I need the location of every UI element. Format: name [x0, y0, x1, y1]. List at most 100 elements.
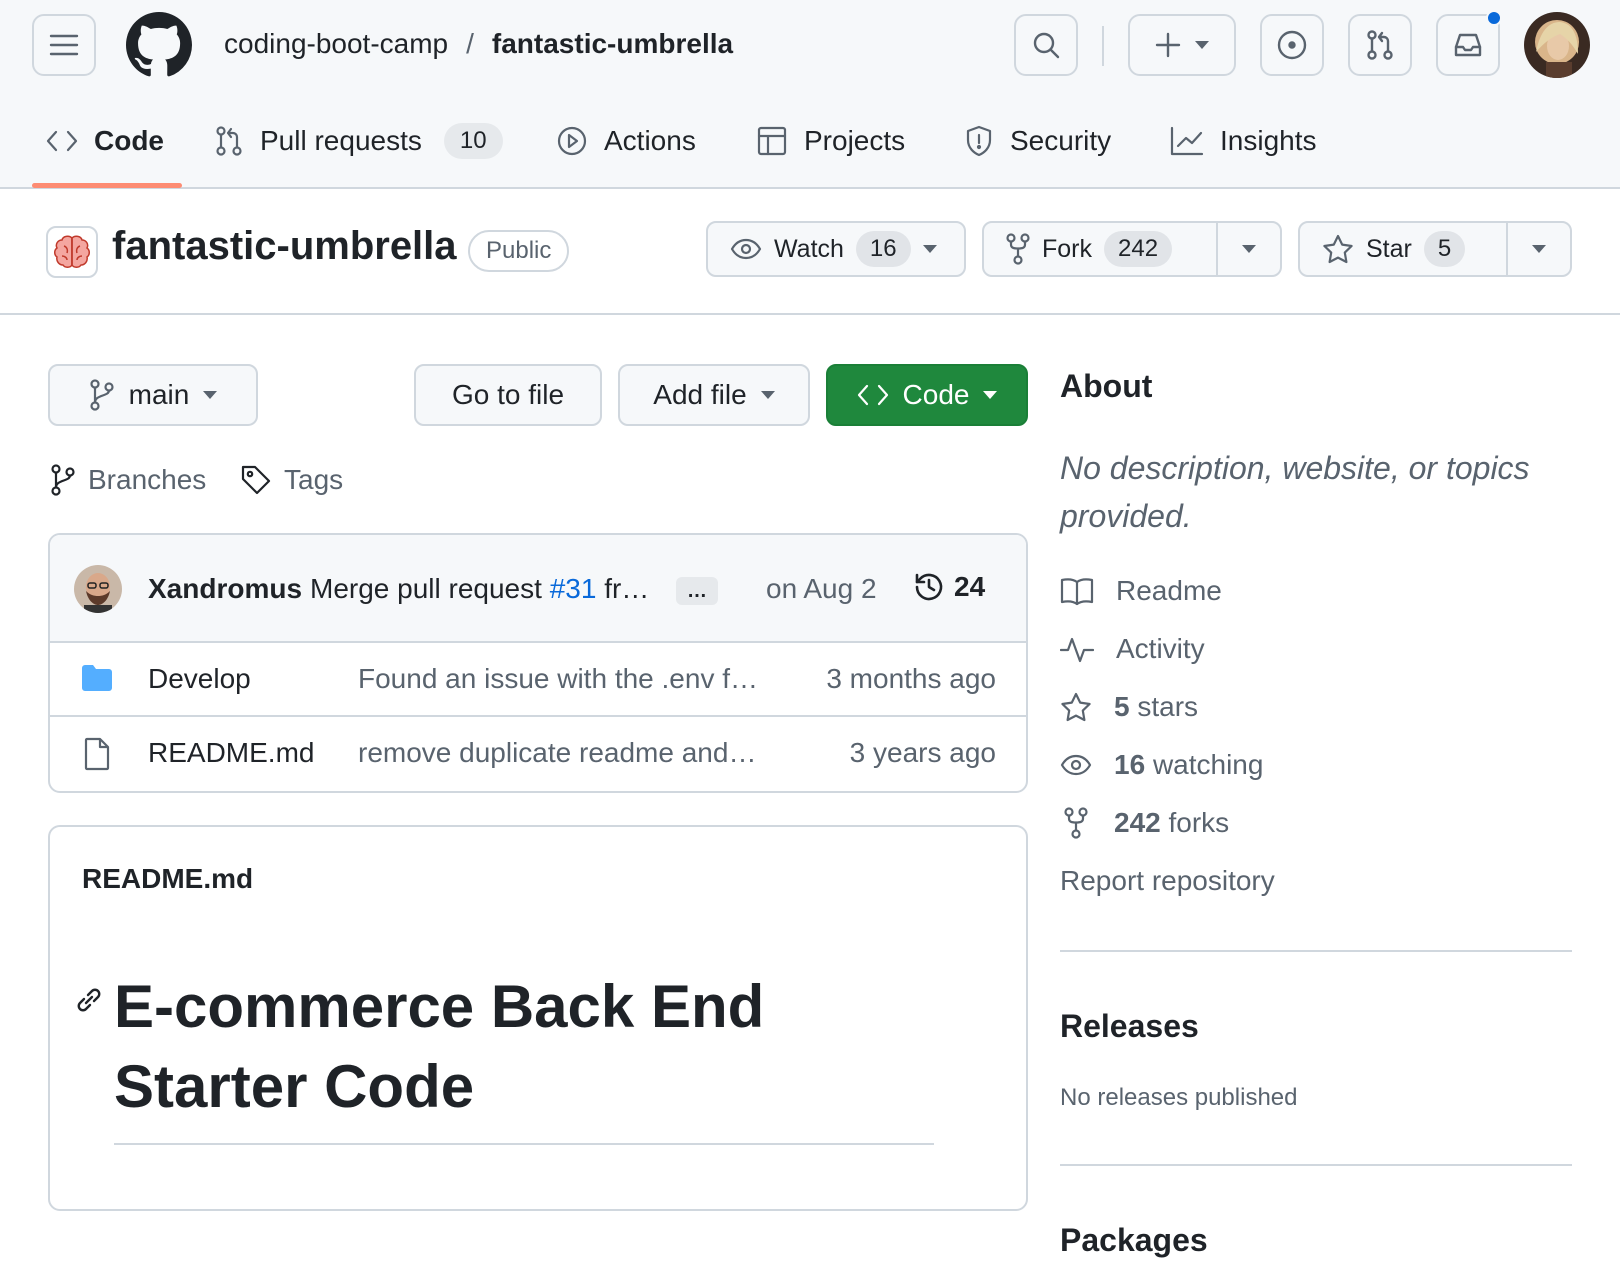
readme-link[interactable]: Readme — [1060, 571, 1222, 611]
watching-label: watching — [1152, 749, 1264, 780]
branches-label: Branches — [88, 464, 207, 495]
stars-link[interactable]: 5 stars — [1060, 687, 1198, 727]
star-dropdown[interactable] — [1506, 223, 1570, 275]
shield-icon — [966, 125, 992, 157]
fork-icon — [1064, 807, 1088, 839]
releases-heading[interactable]: Releases — [1060, 1008, 1199, 1045]
link-icon[interactable] — [74, 985, 104, 1015]
packages-heading[interactable]: Packages — [1060, 1222, 1208, 1259]
commit-author[interactable]: Xandromus — [148, 573, 302, 605]
tag-icon — [241, 465, 271, 495]
heading-rule — [114, 1143, 934, 1145]
releases-empty-text: No releases published — [1060, 1084, 1298, 1111]
pull-requests-button[interactable] — [1348, 14, 1412, 76]
menu-button[interactable] — [32, 14, 96, 76]
divider — [1060, 950, 1572, 952]
commit-history-link[interactable]: 24 — [912, 567, 985, 607]
folder-icon — [80, 663, 114, 693]
issue-icon — [1277, 30, 1307, 60]
pull-request-link[interactable]: #31 — [550, 573, 597, 604]
chevron-down-icon — [1242, 245, 1256, 253]
breadcrumb-owner[interactable]: coding-boot-camp — [224, 28, 448, 60]
star-button[interactable]: Star 5 — [1298, 221, 1572, 277]
readme-heading: E-commerce Back End Starter Code — [114, 973, 765, 1120]
inbox-icon — [1454, 33, 1482, 57]
commit-message[interactable]: Merge pull request #31 fr… — [310, 573, 649, 605]
fork-button[interactable]: Fork 242 — [982, 221, 1282, 277]
stars-label: stars — [1137, 691, 1199, 722]
readme-label: Readme — [1116, 575, 1222, 606]
tab-pull-requests[interactable]: Pull requests 10 — [214, 116, 503, 166]
activity-link[interactable]: Activity — [1060, 629, 1205, 669]
tags-link[interactable]: Tags — [240, 462, 343, 498]
expand-commit-button[interactable]: … — [676, 577, 718, 605]
latest-commit-row: Xandromus Merge pull request #31 fr… … o… — [50, 535, 1026, 643]
active-tab-indicator — [32, 183, 182, 188]
breadcrumb: coding-boot-camp / fantastic-umbrella — [224, 24, 733, 64]
file-icon — [80, 737, 114, 771]
breadcrumb-repo[interactable]: fantastic-umbrella — [492, 28, 733, 60]
tab-code[interactable]: Code — [46, 116, 164, 166]
visibility-badge: Public — [468, 230, 570, 272]
commit-message-prefix: Merge pull request — [310, 573, 542, 604]
search-button[interactable] — [1014, 14, 1078, 76]
repo-title[interactable]: fantastic-umbrella — [112, 224, 457, 269]
watching-link[interactable]: 16 watching — [1060, 745, 1263, 785]
fork-dropdown[interactable] — [1216, 223, 1280, 275]
watch-count: 16 — [855, 231, 911, 267]
branch-selector[interactable]: main — [48, 364, 258, 426]
forks-link[interactable]: 242 forks — [1060, 803, 1229, 843]
report-repository-link[interactable]: Report repository — [1060, 861, 1275, 901]
tab-actions[interactable]: Actions — [556, 116, 696, 166]
branch-icon — [90, 379, 114, 411]
chevron-down-icon — [1195, 41, 1209, 49]
code-button[interactable]: Code — [826, 364, 1028, 426]
repo-owner-avatar[interactable] — [46, 226, 98, 278]
eye-icon — [730, 238, 762, 260]
fork-label: Fork — [1042, 234, 1092, 263]
play-icon — [557, 126, 587, 156]
tab-insights[interactable]: Insights — [1170, 116, 1317, 166]
tab-security[interactable]: Security — [964, 116, 1111, 166]
about-description: No description, website, or topics provi… — [1060, 450, 1530, 534]
chevron-down-icon — [1532, 245, 1546, 253]
fork-count: 242 — [1104, 231, 1173, 267]
divider — [1060, 1164, 1572, 1166]
table-row[interactable]: README.md remove duplicate readme and… 3… — [50, 717, 1026, 791]
pull-requests-counter: 10 — [443, 123, 503, 159]
committer-avatar[interactable] — [74, 565, 122, 613]
user-avatar[interactable] — [1524, 12, 1590, 78]
tab-label: Pull requests — [260, 125, 422, 156]
chevron-down-icon — [922, 245, 937, 253]
create-new-button[interactable] — [1128, 14, 1236, 76]
file-commit-message[interactable]: remove duplicate readme and… — [358, 737, 756, 769]
branches-link[interactable]: Branches — [50, 462, 206, 498]
go-to-file-button[interactable]: Go to file — [414, 364, 602, 426]
file-commit-message[interactable]: Found an issue with the .env f… — [358, 663, 758, 695]
graph-icon — [1170, 126, 1204, 156]
file-name[interactable]: Develop — [148, 663, 251, 695]
pull-request-icon — [216, 126, 242, 156]
fork-icon — [1006, 233, 1030, 265]
file-age: 3 years ago — [849, 737, 996, 768]
star-count: 5 — [1423, 231, 1466, 267]
notification-dot — [1486, 10, 1502, 26]
pull-request-icon — [1367, 30, 1393, 60]
eye-icon — [1060, 754, 1092, 776]
table-row[interactable]: Develop Found an issue with the .env f… … — [50, 643, 1026, 717]
add-file-button[interactable]: Add file — [618, 364, 810, 426]
issues-button[interactable] — [1260, 14, 1324, 76]
forks-label: forks — [1168, 807, 1230, 838]
github-logo[interactable] — [126, 12, 192, 78]
divider — [0, 313, 1620, 315]
tab-projects[interactable]: Projects — [756, 116, 905, 166]
watch-button[interactable]: Watch 16 — [706, 221, 966, 277]
file-name[interactable]: README.md — [148, 737, 314, 769]
book-icon — [1060, 578, 1094, 606]
forks-count: 242 — [1114, 807, 1161, 838]
tab-label: Actions — [604, 125, 696, 156]
readme-filename[interactable]: README.md — [82, 863, 253, 895]
plus-icon — [1155, 32, 1181, 58]
header-divider — [1102, 26, 1104, 66]
commit-count: 24 — [954, 571, 986, 602]
